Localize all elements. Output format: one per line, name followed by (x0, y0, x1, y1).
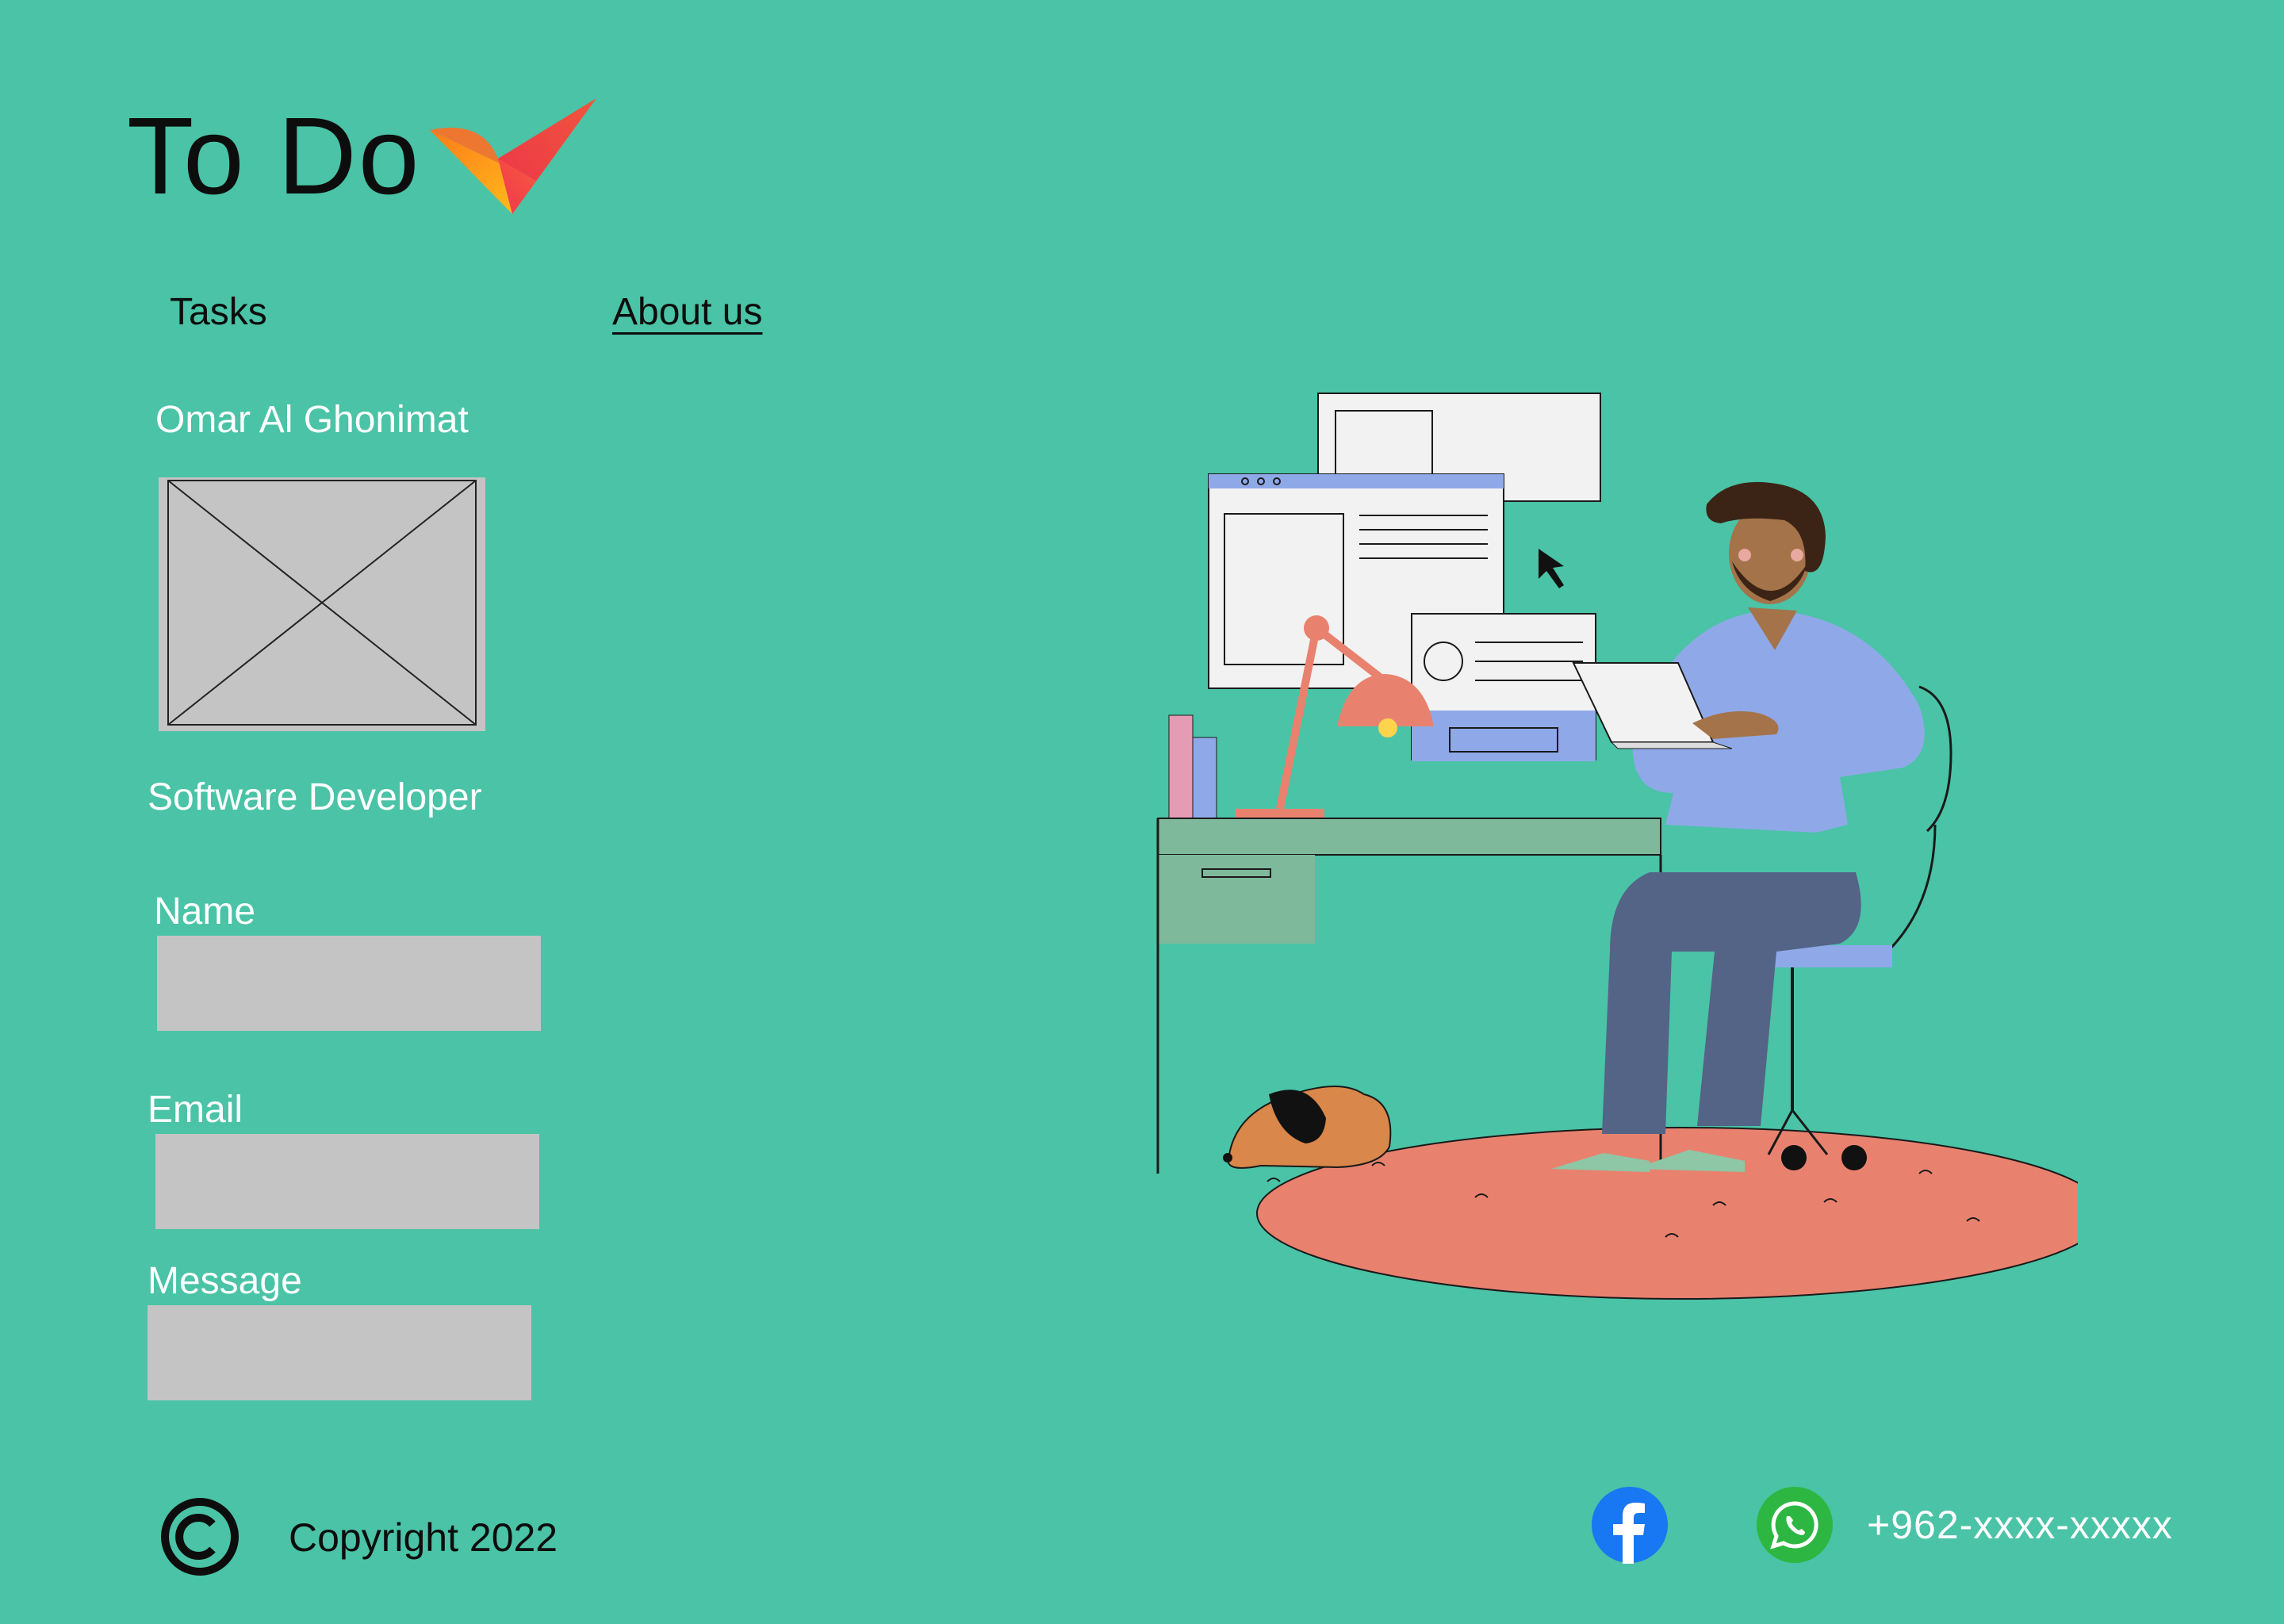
email-label: Email (148, 1089, 243, 1131)
copyright-icon (161, 1498, 239, 1576)
name-field[interactable] (157, 936, 541, 1031)
profile-photo (159, 477, 485, 731)
name-label: Name (154, 891, 256, 933)
whatsapp-icon[interactable] (1756, 1486, 1834, 1564)
nav-about-us[interactable]: About us (612, 293, 762, 331)
nav-tasks[interactable]: Tasks (170, 293, 267, 331)
copyright-text: Copyright 2022 (289, 1515, 558, 1560)
image-placeholder-icon (167, 480, 477, 726)
checkmark-logo-icon (430, 98, 596, 214)
message-label: Message (148, 1260, 302, 1302)
app-title: To Do (127, 95, 421, 217)
message-field[interactable] (148, 1305, 531, 1400)
facebook-icon[interactable] (1591, 1486, 1669, 1564)
profile-role: Software Developer (148, 776, 482, 818)
developer-illustration (1156, 393, 2078, 1300)
email-field[interactable] (155, 1134, 539, 1229)
profile-name: Omar Al Ghonimat (155, 399, 469, 441)
phone-number: +962-xxxx-xxxxx (1867, 1503, 2173, 1547)
